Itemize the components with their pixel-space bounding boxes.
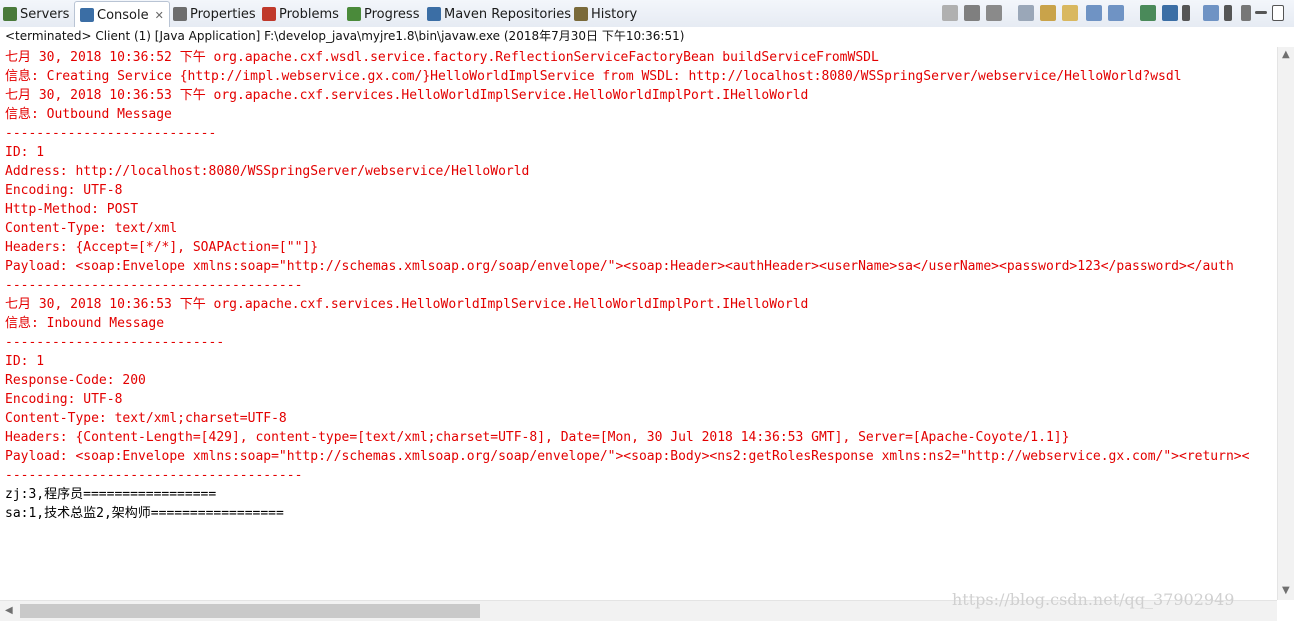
tab-label: Servers (20, 6, 70, 22)
console-line: 信息: Outbound Message (5, 107, 172, 122)
console-output[interactable]: 七月 30, 2018 10:36:52 下午 org.apache.cxf.w… (0, 47, 1277, 600)
maven-icon (427, 7, 441, 21)
tab-servers[interactable]: Servers (3, 2, 69, 26)
maximize-icon[interactable] (1272, 5, 1284, 21)
console-line: sa:1,技术总监2,架构师================= (5, 506, 284, 521)
console-line: Http-Method: POST (5, 202, 139, 217)
console-line: Payload: <soap:Envelope xmlns:soap="http… (5, 259, 1234, 274)
remove-all-icon[interactable] (986, 5, 1002, 21)
console-line: 信息: Inbound Message (5, 316, 165, 331)
close-icon[interactable]: ✕ (155, 9, 164, 22)
console-line: zj:3,程序员================= (5, 487, 217, 502)
servers-icon (3, 7, 17, 21)
launch-status: <terminated> Client (1) [Java Applicatio… (0, 27, 1294, 46)
pin-console-icon[interactable] (1140, 5, 1156, 21)
scrollbar-thumb[interactable] (20, 604, 480, 618)
console-line: ID: 1 (5, 354, 45, 369)
tab-label: Console (97, 7, 149, 23)
show-on-stdout-icon[interactable] (1086, 5, 1102, 21)
console-line: Headers: {Accept=[*/*], SOAPAction=[""]} (5, 240, 319, 255)
scroll-lock-icon[interactable] (1040, 5, 1056, 21)
console-line: Payload: <soap:Envelope xmlns:soap="http… (5, 449, 1250, 464)
terminate-icon[interactable] (942, 5, 958, 21)
display-console-dropdown-icon[interactable] (1182, 5, 1190, 21)
scroll-left-icon[interactable]: ◀ (5, 605, 13, 616)
console-line: ---------------------------- (5, 335, 225, 350)
console-line: Encoding: UTF-8 (5, 183, 123, 198)
tab-label: History (591, 6, 638, 22)
display-console-icon[interactable] (1162, 5, 1178, 21)
console-line: Encoding: UTF-8 (5, 392, 123, 407)
tab-maven-repositories[interactable]: Maven Repositories (427, 2, 571, 26)
problems-icon (262, 7, 276, 21)
scroll-down-icon[interactable]: ▼ (1282, 585, 1290, 596)
console-line: ID: 1 (5, 145, 45, 160)
tab-label: Problems (279, 6, 339, 22)
console-line: 七月 30, 2018 10:36:53 下午 org.apache.cxf.s… (5, 88, 809, 103)
watermark: https://blog.csdn.net/qq_37902949 (952, 590, 1235, 609)
tab-progress[interactable]: Progress (347, 2, 419, 26)
console-line: 七月 30, 2018 10:36:52 下午 org.apache.cxf.w… (5, 50, 879, 65)
vertical-scrollbar[interactable]: ▲ ▼ (1277, 47, 1294, 600)
console-line: 信息: Creating Service {http://impl.webser… (5, 69, 1182, 84)
console-line: Address: http://localhost:8080/WSSpringS… (5, 164, 530, 179)
tab-properties[interactable]: Properties (173, 2, 256, 26)
history-icon (574, 7, 588, 21)
console-line: Response-Code: 200 (5, 373, 146, 388)
open-console-dropdown-icon[interactable] (1224, 5, 1232, 21)
view-tab-bar: Servers Console ✕ Properties Problems Pr… (0, 0, 1294, 28)
minimize-icon[interactable] (1255, 11, 1267, 14)
remove-launch-icon[interactable] (964, 5, 980, 21)
console-line: 七月 30, 2018 10:36:53 下午 org.apache.cxf.s… (5, 297, 809, 312)
tab-history[interactable]: History (574, 2, 637, 26)
clear-console-icon[interactable] (1018, 5, 1034, 21)
console-line: Content-Type: text/xml (5, 221, 178, 236)
word-wrap-icon[interactable] (1062, 5, 1078, 21)
tab-label: Progress (364, 6, 420, 22)
console-line: --------------------------- (5, 126, 217, 141)
console-icon (80, 8, 94, 22)
show-on-stderr-icon[interactable] (1108, 5, 1124, 21)
tab-label: Properties (190, 6, 256, 22)
properties-icon (173, 7, 187, 21)
console-line: Headers: {Content-Length=[429], content-… (5, 430, 1070, 445)
tab-label: Maven Repositories (444, 6, 572, 22)
scroll-up-icon[interactable]: ▲ (1282, 49, 1290, 60)
console-line: Content-Type: text/xml;charset=UTF-8 (5, 411, 287, 426)
tab-console[interactable]: Console ✕ (74, 1, 170, 28)
console-line: -------------------------------------- (5, 468, 303, 483)
console-line: -------------------------------------- (5, 278, 303, 293)
progress-icon (347, 7, 361, 21)
open-console-icon[interactable] (1203, 5, 1219, 21)
tab-problems[interactable]: Problems (262, 2, 339, 26)
view-menu-icon[interactable] (1241, 5, 1251, 21)
